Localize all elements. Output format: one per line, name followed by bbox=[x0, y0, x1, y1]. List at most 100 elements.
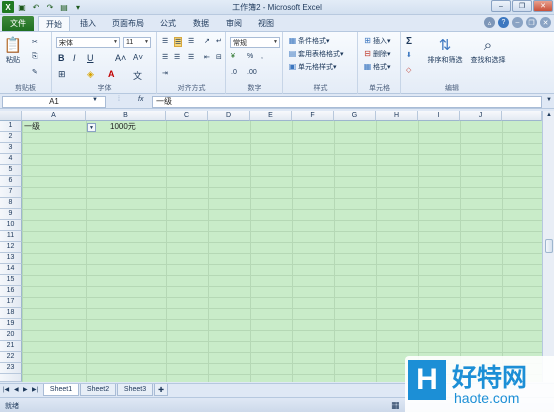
row-header[interactable]: 23 bbox=[0, 363, 22, 374]
last-sheet-icon[interactable]: ▶| bbox=[32, 386, 38, 393]
scroll-thumb[interactable] bbox=[545, 239, 553, 253]
worksheet-grid[interactable]: A B C D E F G H I J 1 2 3 4 5 6 7 8 9 10… bbox=[0, 111, 554, 382]
col-header-i[interactable]: I bbox=[418, 111, 460, 121]
font-size-dropdown-icon[interactable]: ▼ bbox=[144, 39, 149, 45]
prev-sheet-icon[interactable]: ◀ bbox=[14, 386, 19, 393]
col-header-k[interactable] bbox=[502, 111, 542, 121]
tab-formulas[interactable]: 公式 bbox=[154, 16, 182, 31]
grow-font-icon[interactable]: A˄ bbox=[115, 53, 126, 63]
next-sheet-icon[interactable]: ▶ bbox=[23, 386, 28, 393]
align-bottom-icon[interactable]: ☰ bbox=[188, 37, 194, 45]
format-as-table-button[interactable]: ▤ 套用表格格式 ▾ bbox=[287, 48, 344, 59]
col-header-a[interactable]: A bbox=[22, 111, 86, 121]
row-header[interactable]: 1 bbox=[0, 121, 22, 132]
workbook-restore-icon[interactable]: ❐ bbox=[526, 17, 537, 28]
help-icon[interactable]: ? bbox=[498, 17, 509, 28]
row-header[interactable] bbox=[0, 374, 22, 382]
currency-icon[interactable]: ¥ bbox=[231, 53, 235, 60]
row-header[interactable]: 13 bbox=[0, 253, 22, 264]
row-header[interactable]: 3 bbox=[0, 143, 22, 154]
row-header[interactable]: 19 bbox=[0, 319, 22, 330]
col-header-g[interactable]: G bbox=[334, 111, 376, 121]
merge-center-icon[interactable]: ⊟ bbox=[216, 53, 222, 61]
shrink-font-icon[interactable]: A˅ bbox=[133, 53, 143, 62]
borders-icon[interactable]: ⊞ bbox=[58, 69, 66, 80]
minimize-button[interactable]: – bbox=[491, 0, 511, 12]
insert-sheet-icon[interactable]: ✚ bbox=[154, 384, 168, 396]
tab-data[interactable]: 数据 bbox=[186, 16, 216, 31]
row-header[interactable]: 14 bbox=[0, 264, 22, 275]
sort-filter-button[interactable]: ⇅ 排序和筛选 bbox=[424, 35, 466, 65]
row-header[interactable]: 7 bbox=[0, 187, 22, 198]
paste-button[interactable]: 📋 粘贴 bbox=[3, 35, 23, 65]
fill-icon[interactable]: ⬇ bbox=[406, 51, 412, 59]
workbook-close-icon[interactable]: ✕ bbox=[540, 17, 551, 28]
col-header-c[interactable]: C bbox=[166, 111, 208, 121]
align-right-icon[interactable]: ☰ bbox=[188, 53, 194, 61]
row-header[interactable]: 5 bbox=[0, 165, 22, 176]
scroll-up-icon[interactable]: ▲ bbox=[546, 112, 552, 118]
tab-page-layout[interactable]: 页面布局 bbox=[106, 16, 150, 31]
number-format-dropdown-icon[interactable]: ▼ bbox=[273, 39, 278, 45]
tab-file[interactable]: 文件 bbox=[2, 16, 34, 31]
font-name-combo[interactable]: 宋体 ▼ bbox=[56, 37, 120, 48]
wrap-text-icon[interactable]: ↵ bbox=[216, 37, 222, 45]
align-left-icon[interactable]: ☰ bbox=[162, 53, 168, 61]
format-painter-icon[interactable]: ✎ bbox=[32, 68, 38, 76]
find-select-button[interactable]: ⌕ 查找和选择 bbox=[468, 35, 508, 65]
row-header[interactable]: 11 bbox=[0, 231, 22, 242]
align-top-icon[interactable]: ☰ bbox=[162, 37, 168, 45]
comma-icon[interactable]: , bbox=[261, 53, 263, 60]
select-all-corner[interactable] bbox=[0, 111, 22, 121]
row-header[interactable]: 18 bbox=[0, 308, 22, 319]
restore-button[interactable]: ❐ bbox=[512, 0, 532, 12]
orientation-icon[interactable]: ↗ bbox=[204, 37, 210, 45]
insert-function-button[interactable]: fx bbox=[138, 96, 143, 103]
cell-b1[interactable]: 1000元 bbox=[110, 122, 166, 132]
phonetic-icon[interactable]: 文 bbox=[133, 69, 142, 82]
fill-color-icon[interactable]: ◈ bbox=[87, 69, 94, 80]
format-button[interactable]: ▦ 格式 ▾ bbox=[362, 61, 391, 72]
row-header[interactable]: 10 bbox=[0, 220, 22, 231]
decrease-indent-icon[interactable]: ⇤ bbox=[204, 53, 210, 61]
delete-button[interactable]: ⊟ 删除 ▾ bbox=[362, 48, 390, 59]
row-header[interactable]: 6 bbox=[0, 176, 22, 187]
increase-indent-icon[interactable]: ⇥ bbox=[162, 69, 168, 77]
conditional-format-button[interactable]: ▦ 条件格式 ▾ bbox=[287, 35, 330, 46]
row-header[interactable]: 21 bbox=[0, 341, 22, 352]
insert-button[interactable]: ⊞ 插入 ▾ bbox=[362, 35, 390, 46]
col-header-d[interactable]: D bbox=[208, 111, 250, 121]
copy-icon[interactable]: ⎘ bbox=[32, 53, 38, 61]
align-middle-icon[interactable]: ☰ bbox=[174, 37, 183, 47]
font-color-icon[interactable]: A bbox=[108, 69, 115, 79]
increase-decimal-icon[interactable]: .0 bbox=[231, 69, 237, 76]
sheet-tab-2[interactable]: Sheet2 bbox=[80, 384, 116, 396]
dropdown-arrow-icon[interactable]: ▼ bbox=[87, 123, 96, 132]
col-header-b[interactable]: B bbox=[86, 111, 166, 121]
name-box[interactable]: A1 bbox=[2, 96, 106, 108]
align-center-icon[interactable]: ☰ bbox=[174, 53, 180, 61]
close-button[interactable]: ✕ bbox=[533, 0, 553, 12]
decrease-decimal-icon[interactable]: .00 bbox=[247, 69, 257, 76]
row-header[interactable]: 22 bbox=[0, 352, 22, 363]
clear-icon[interactable]: ◇ bbox=[406, 66, 411, 74]
minimize-ribbon-icon[interactable]: ▵ bbox=[484, 17, 495, 28]
row-header[interactable]: 9 bbox=[0, 209, 22, 220]
expand-formula-bar-icon[interactable]: ▼ bbox=[546, 97, 552, 103]
row-header[interactable]: 2 bbox=[0, 132, 22, 143]
font-size-combo[interactable]: 11 ▼ bbox=[123, 37, 151, 48]
row-header[interactable]: 15 bbox=[0, 275, 22, 286]
tab-review[interactable]: 审阅 bbox=[220, 16, 248, 31]
col-header-j[interactable]: J bbox=[460, 111, 502, 121]
percent-icon[interactable]: % bbox=[247, 53, 253, 60]
col-header-f[interactable]: F bbox=[292, 111, 334, 121]
row-header[interactable]: 20 bbox=[0, 330, 22, 341]
row-header[interactable]: 16 bbox=[0, 286, 22, 297]
italic-icon[interactable]: I bbox=[73, 53, 76, 63]
col-header-e[interactable]: E bbox=[250, 111, 292, 121]
formula-input[interactable]: 一级 bbox=[152, 96, 542, 108]
row-header[interactable]: 8 bbox=[0, 198, 22, 209]
row-header[interactable]: 12 bbox=[0, 242, 22, 253]
name-box-dropdown-icon[interactable]: ▼ bbox=[92, 97, 98, 103]
tab-view[interactable]: 视图 bbox=[252, 16, 280, 31]
